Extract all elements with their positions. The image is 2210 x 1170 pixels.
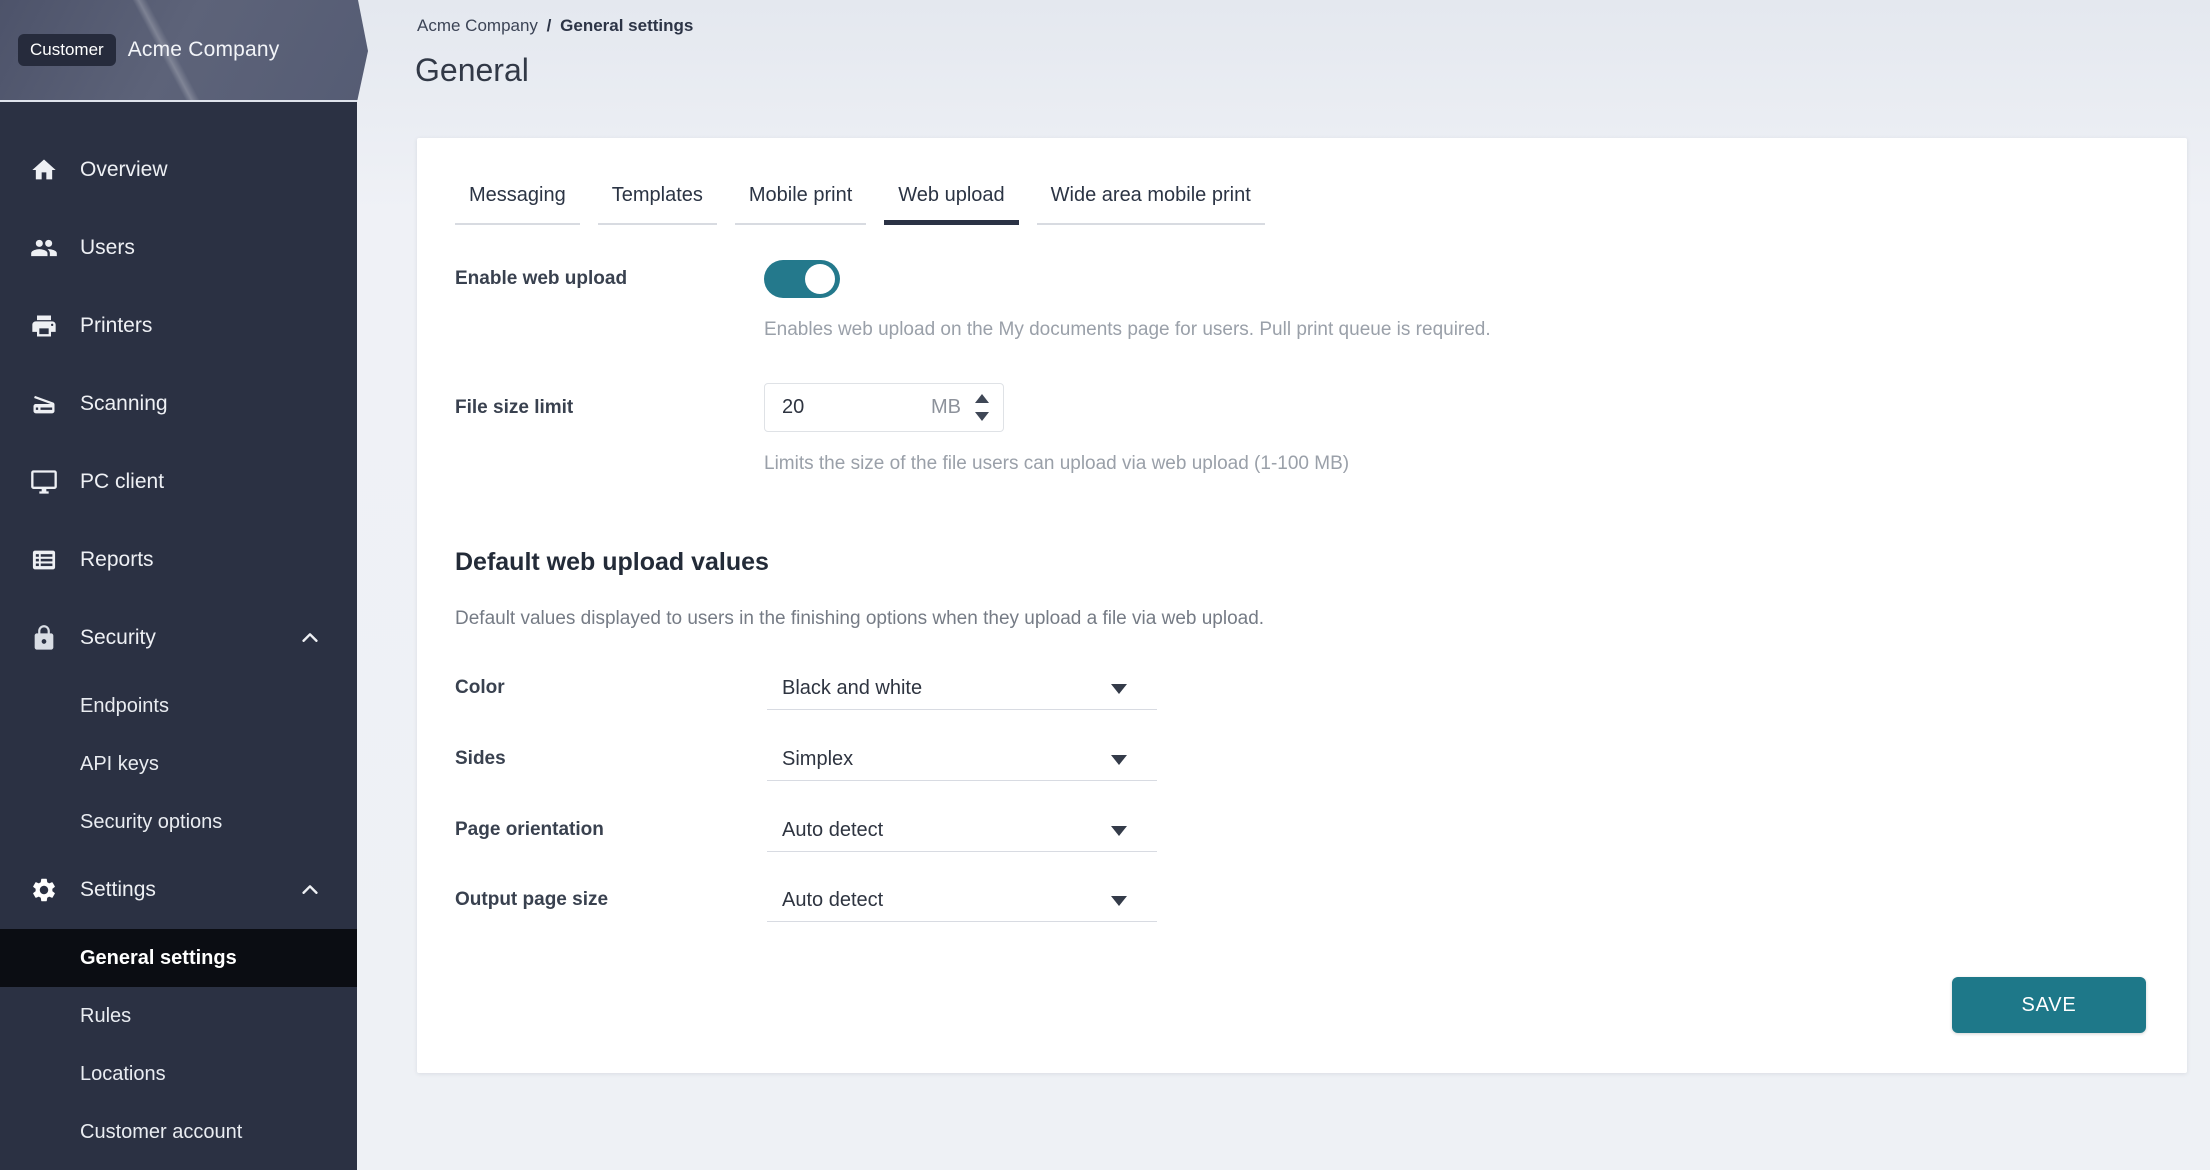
- sidebar-subitem-label: Customer account: [80, 1121, 242, 1144]
- sidebar-subitem-label: Endpoints: [80, 695, 169, 718]
- sidebar-item-customer-account[interactable]: Customer account: [0, 1103, 357, 1161]
- toggle-knob: [805, 264, 835, 294]
- sidebar-subitem-label: Rules: [80, 1005, 131, 1028]
- chevron-up-icon[interactable]: [299, 879, 321, 901]
- users-icon: [30, 234, 58, 262]
- gear-icon: [30, 876, 58, 904]
- sidebar: Overview Users Printers Scanning PC clie: [0, 0, 357, 1170]
- save-button[interactable]: SAVE: [1952, 977, 2146, 1033]
- color-select-value: Black and white: [782, 677, 1111, 700]
- file-size-limit-value[interactable]: 20: [782, 396, 931, 419]
- stepper: [975, 394, 989, 421]
- home-icon: [30, 156, 58, 184]
- sidebar-item-overview[interactable]: Overview: [0, 131, 357, 209]
- sidebar-item-settings[interactable]: Settings: [0, 851, 357, 929]
- dropdown-caret-icon: [1111, 684, 1127, 694]
- sidebar-item-endpoints[interactable]: Endpoints: [0, 677, 357, 735]
- file-size-limit-help: Limits the size of the file users can up…: [764, 452, 1349, 476]
- dropdown-caret-icon: [1111, 896, 1127, 906]
- monitor-icon: [30, 468, 58, 496]
- sidebar-item-reports[interactable]: Reports: [0, 521, 357, 599]
- file-size-limit-label: File size limit: [455, 383, 573, 432]
- sidebar-item-pc-client[interactable]: PC client: [0, 443, 357, 521]
- dropdown-caret-icon: [1111, 755, 1127, 765]
- output-page-size-select[interactable]: Auto detect: [767, 880, 1157, 922]
- enable-web-upload-label: Enable web upload: [455, 260, 627, 298]
- tab-bar: Messaging Templates Mobile print Web upl…: [455, 170, 1283, 225]
- tab-wide-area-mobile-print[interactable]: Wide area mobile print: [1037, 170, 1265, 225]
- sidebar-item-label: Scanning: [80, 392, 168, 416]
- tab-messaging[interactable]: Messaging: [455, 170, 580, 225]
- breadcrumb-separator: /: [547, 16, 552, 35]
- customer-type-badge: Customer: [18, 34, 116, 66]
- file-size-limit-unit: MB: [931, 396, 961, 419]
- sidebar-item-label: Overview: [80, 158, 168, 182]
- reports-icon: [30, 546, 58, 574]
- page-title: General: [415, 52, 529, 89]
- output-page-size-label: Output page size: [455, 880, 608, 920]
- customer-banner: Customer Acme Company: [0, 0, 368, 102]
- lock-icon: [30, 624, 58, 652]
- breadcrumb: Acme Company / General settings: [417, 16, 693, 36]
- chevron-up-icon[interactable]: [299, 627, 321, 649]
- sidebar-subitem-label: Locations: [80, 1063, 166, 1086]
- color-label: Color: [455, 668, 505, 708]
- sidebar-item-scanning[interactable]: Scanning: [0, 365, 357, 443]
- stepper-down-icon[interactable]: [975, 412, 989, 421]
- color-select[interactable]: Black and white: [767, 668, 1157, 710]
- enable-web-upload-help: Enables web upload on the My documents p…: [764, 318, 1491, 342]
- tab-mobile-print[interactable]: Mobile print: [735, 170, 866, 225]
- sidebar-item-label: Reports: [80, 548, 154, 572]
- output-page-size-select-value: Auto detect: [782, 889, 1111, 912]
- dropdown-caret-icon: [1111, 826, 1127, 836]
- breadcrumb-parent-link[interactable]: Acme Company: [417, 16, 538, 35]
- sidebar-item-label: PC client: [80, 470, 164, 494]
- stepper-up-icon[interactable]: [975, 394, 989, 403]
- file-size-limit-field[interactable]: 20 MB: [764, 383, 1004, 432]
- sidebar-nav: Overview Users Printers Scanning PC clie: [0, 102, 357, 1161]
- sidebar-item-label: Security: [80, 626, 156, 650]
- page-orientation-select[interactable]: Auto detect: [767, 810, 1157, 852]
- sidebar-item-general-settings[interactable]: General settings: [0, 929, 357, 987]
- sidebar-item-rules[interactable]: Rules: [0, 987, 357, 1045]
- sidebar-subitem-label: General settings: [80, 947, 237, 970]
- sidebar-item-printers[interactable]: Printers: [0, 287, 357, 365]
- sides-select[interactable]: Simplex: [767, 739, 1157, 781]
- page-orientation-select-value: Auto detect: [782, 819, 1111, 842]
- scanner-icon: [30, 390, 58, 418]
- sidebar-item-label: Settings: [80, 878, 156, 902]
- sides-select-value: Simplex: [782, 748, 1111, 771]
- sidebar-item-security-options[interactable]: Security options: [0, 793, 357, 851]
- enable-web-upload-toggle[interactable]: [764, 260, 840, 298]
- sidebar-item-locations[interactable]: Locations: [0, 1045, 357, 1103]
- sidebar-item-users[interactable]: Users: [0, 209, 357, 287]
- sidebar-item-security[interactable]: Security: [0, 599, 357, 677]
- sidebar-item-api-keys[interactable]: API keys: [0, 735, 357, 793]
- printer-icon: [30, 312, 58, 340]
- tab-web-upload[interactable]: Web upload: [884, 170, 1018, 225]
- defaults-section-description: Default values displayed to users in the…: [455, 608, 1264, 630]
- sidebar-item-label: Printers: [80, 314, 152, 338]
- sidebar-item-label: Users: [80, 236, 135, 260]
- tab-templates[interactable]: Templates: [598, 170, 717, 225]
- settings-card: Messaging Templates Mobile print Web upl…: [417, 138, 2187, 1073]
- sidebar-subitem-label: API keys: [80, 753, 159, 776]
- sidebar-subitem-label: Security options: [80, 811, 222, 834]
- breadcrumb-current: General settings: [560, 16, 693, 35]
- sides-label: Sides: [455, 739, 506, 779]
- defaults-section-title: Default web upload values: [455, 548, 769, 577]
- company-name: Acme Company: [128, 38, 280, 62]
- page-orientation-label: Page orientation: [455, 810, 604, 850]
- main-area: Acme Company / General settings General …: [357, 0, 2210, 1170]
